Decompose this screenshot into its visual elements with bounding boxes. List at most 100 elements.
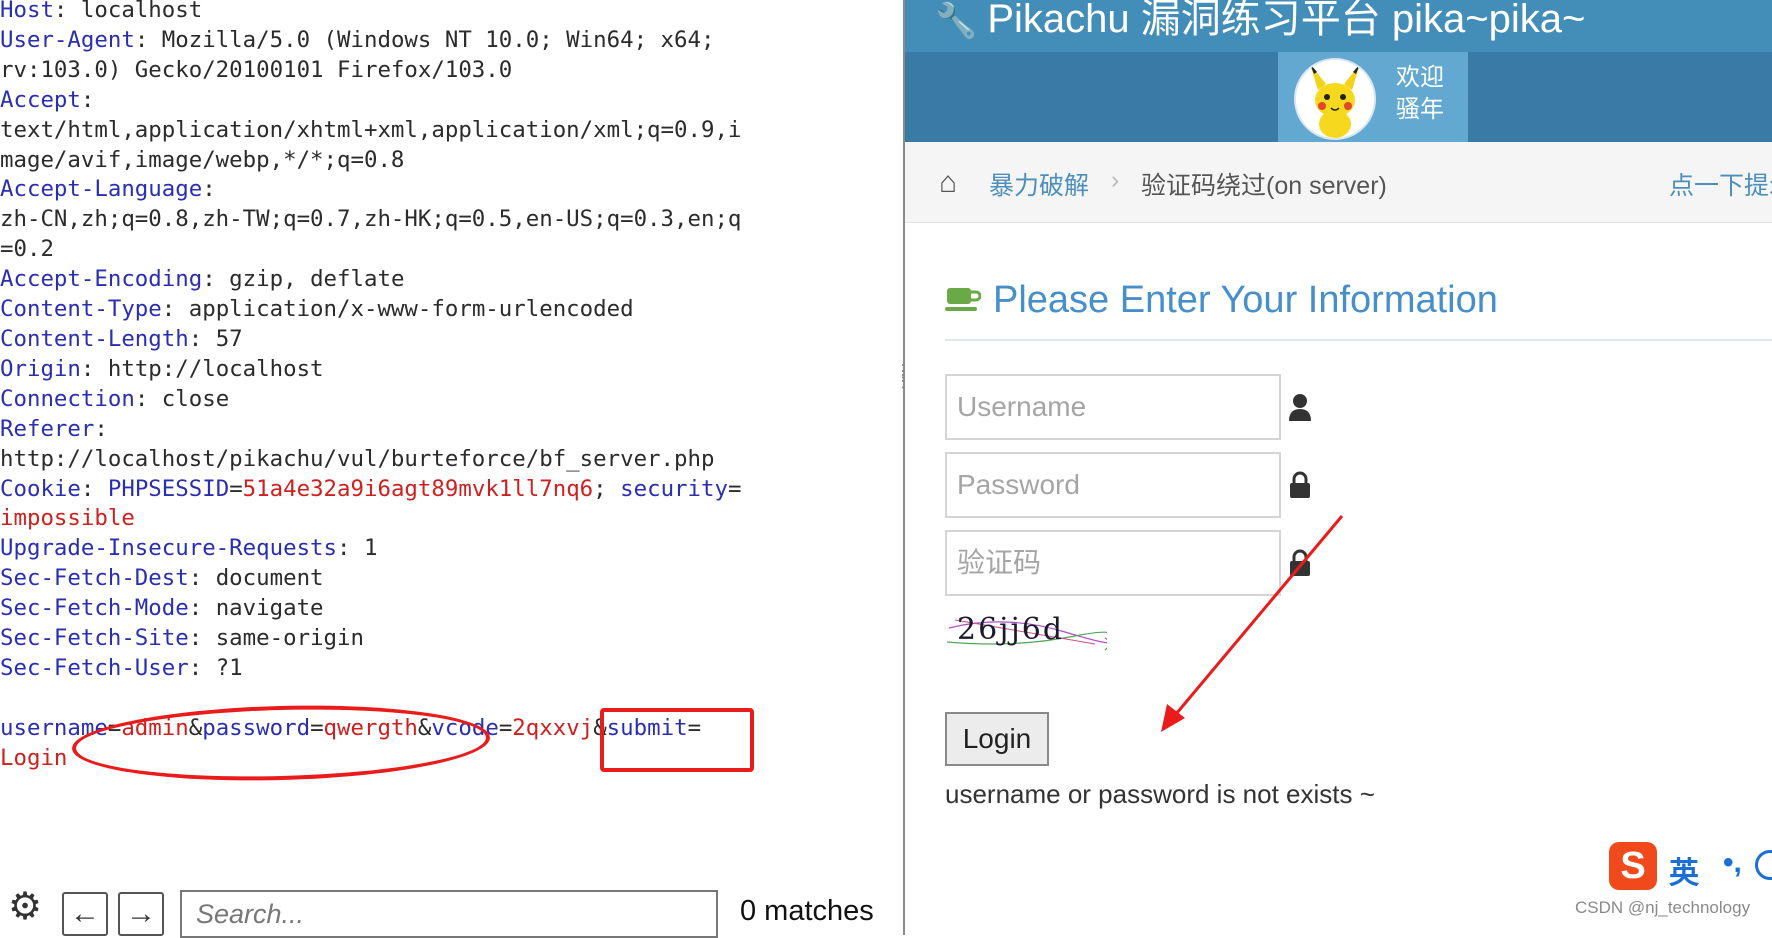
arrow-left-icon: ← [70,897,100,930]
user-icon [1289,394,1311,421]
header-name: Host [0,0,54,23]
header-value: http://localhost [94,355,324,382]
param-name: password [202,714,311,741]
browser-page: 🔧 Pikachu 漏洞练习平台 pika~pika~ 欢迎 骚年 ⌂ 暴力破解… [905,0,1772,935]
param-name: username [0,714,108,741]
cookie-value: 51a4e32a9i6agt89mvk1ll7nq6 [242,475,594,502]
header-line: Content-Length: 57 [0,325,243,352]
header-name: Referer [0,415,95,442]
ime-language-toggle[interactable]: 英 [1669,848,1699,892]
param-value: admin [121,714,189,741]
header-value: localhost [67,0,203,23]
ime-toolbar[interactable]: S 英 •, [1607,840,1772,894]
header-value: gzip, deflate [215,266,405,293]
password-input[interactable] [945,452,1281,518]
header-name: Accept-Encoding [0,266,203,293]
header-line: Cookie: PHPSESSID=51a4e32a9i6agt89mvk1ll… [0,475,742,532]
header-value: application/x-www-form-urlencoded [175,296,634,323]
header-name: Upgrade-Insecure-Requests [0,535,338,562]
lock-icon [1290,471,1310,498]
brand-title[interactable]: 🔧 Pikachu 漏洞练习平台 pika~pika~ [935,0,1585,44]
param-value: Login [0,744,68,771]
cookie-name: security [620,475,728,502]
header-name: User-Agent [0,26,135,53]
coffee-icon [945,281,982,311]
header-line: Content-Type: application/x-www-form-url… [0,296,634,323]
header-line: Origin: http://localhost [0,355,324,382]
header-value: navigate [202,595,324,622]
header-line: User-Agent: Mozilla/5.0 (Windows NT 10.0… [0,26,715,83]
header-name: Sec-Fetch-Dest [0,565,189,592]
request-body: username=admin&password=qwergth&vcode=2q… [0,714,702,771]
header-line: Accept-Encoding: gzip, deflate [0,266,405,293]
cookie-name: PHPSESSID [107,475,230,502]
header-line: Referer: http://localhost/pikachu/vul/bu… [0,415,715,472]
request-panel: Host: localhost User-Agent: Mozilla/5.0 … [0,0,900,938]
cookie-value: impossible [0,505,135,532]
search-input[interactable] [180,890,718,938]
login-button[interactable]: Login [945,712,1049,766]
form-heading: Please Enter Your Information [945,279,1498,322]
welcome-text: 欢迎 骚年 [1396,62,1444,126]
header-name: Origin [0,355,81,382]
previous-match-button[interactable]: ← [62,892,108,936]
header-name: Cookie [0,475,81,502]
header-value: document [202,565,324,592]
match-count: 0 matches [740,895,874,927]
ime-punctuation-toggle[interactable]: •, [1723,846,1742,880]
header-line: Sec-Fetch-User: ?1 [0,654,243,681]
header-name: Sec-Fetch-Mode [0,595,189,622]
header-line: Connection: close [0,385,230,412]
hint-link[interactable]: 点一下提示~ [1669,166,1772,202]
header-name: Content-Length [0,325,189,352]
welcome-line-1: 欢迎 [1396,64,1444,91]
error-message: username or password is not exists ~ [945,779,1375,809]
header-value: http://localhost/pikachu/vul/burteforce/… [0,445,715,472]
header-value: 57 [202,325,243,352]
breadcrumb-parent-link[interactable]: 暴力破解 [989,166,1089,202]
header-line: Accept: text/html,application/xhtml+xml,… [0,86,742,173]
header-name: Connection [0,385,135,412]
username-input[interactable] [945,374,1281,440]
header-line: Accept-Language: zh-CN,zh;q=0.8,zh-TW;q=… [0,176,742,263]
key-icon: 🔧 [935,2,978,40]
form-heading-text: Please Enter Your Information [993,279,1498,321]
next-match-button[interactable]: → [118,892,164,936]
raw-request-editor[interactable]: Host: localhost User-Agent: Mozilla/5.0 … [0,0,890,774]
welcome-line-2: 骚年 [1396,96,1444,123]
user-menu[interactable]: 欢迎 骚年 [1278,52,1468,142]
header-name: Sec-Fetch-Site [0,625,189,652]
pikachu-avatar-icon [1296,60,1374,138]
header-name: Sec-Fetch-User [0,654,189,681]
header-line: Host: localhost [0,0,202,23]
vcode-input[interactable] [945,530,1281,596]
param-name: submit [606,714,688,741]
lock-icon [1290,549,1310,576]
arrow-right-icon: → [126,897,156,930]
breadcrumb-current: 验证码绕过(on server) [1141,172,1387,200]
captcha-text: 26jj6d [957,612,1065,647]
emoji-icon[interactable] [1755,850,1772,880]
param-value: 2qxxvj [512,714,594,741]
header-line: Sec-Fetch-Mode: navigate [0,595,324,622]
captcha-image[interactable]: 26jj6d [945,608,1107,654]
header-value: 1 [350,535,378,562]
header-name: Accept-Language [0,176,203,203]
header-value: ?1 [202,654,243,681]
header-value: text/html,application/xhtml+xml,applicat… [0,116,742,173]
param-value: qwergth [323,714,418,741]
gear-icon[interactable]: ⚙ [2,884,48,928]
chevron-right-icon: › [1111,166,1120,194]
header-name: Accept [0,86,81,113]
breadcrumb: ⌂ 暴力破解 › 验证码绕过(on server) 点一下提示~ [905,142,1772,223]
brand-text: Pikachu 漏洞练习平台 pika~pika~ [987,0,1586,41]
header-value: zh-CN,zh;q=0.8,zh-TW;q=0.7,zh-HK;q=0.5,e… [0,206,742,263]
avatar [1294,58,1376,140]
sogou-logo-icon: S [1609,842,1657,890]
home-icon[interactable]: ⌂ [939,166,957,200]
param-name: vcode [431,714,499,741]
header-value: close [148,385,230,412]
top-navbar: 🔧 Pikachu 漏洞练习平台 pika~pika~ [905,0,1772,52]
header-line: Upgrade-Insecure-Requests: 1 [0,535,378,562]
header-value: same-origin [202,625,364,652]
